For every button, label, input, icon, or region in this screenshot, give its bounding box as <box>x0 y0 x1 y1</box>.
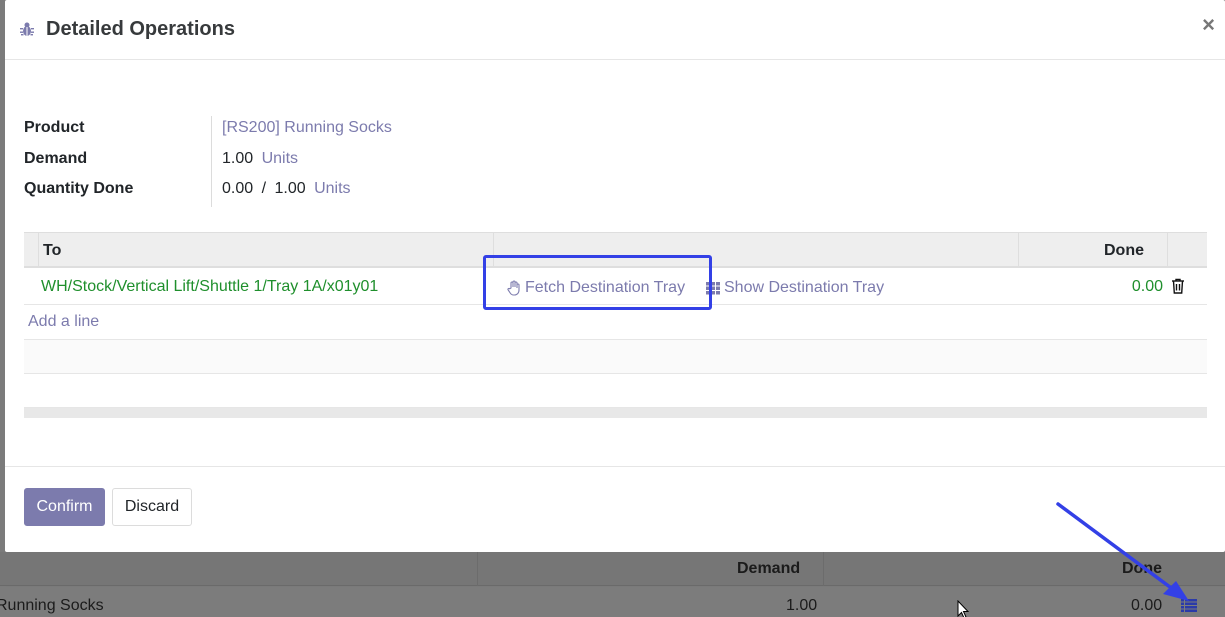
quantity-done-value: 0.00 / 1.00 Units <box>222 180 351 198</box>
product-link[interactable]: [RS200] Running Socks <box>222 119 392 137</box>
discard-button[interactable]: Discard <box>112 488 192 526</box>
quantity-done-label: Quantity Done <box>24 180 134 197</box>
background-done-header: Done <box>1122 560 1162 577</box>
column-separator <box>38 233 39 267</box>
modal-header: Detailed Operations × <box>5 0 1225 60</box>
quantity-done-quantity: 0.00 <box>222 180 254 197</box>
quantity-done-separator: / <box>261 180 267 197</box>
background-demand-cell: 1.00 <box>786 597 818 614</box>
demand-value: 1.00 Units <box>222 150 298 168</box>
confirm-button[interactable]: Confirm <box>24 488 105 526</box>
modal-title: Detailed Operations <box>46 18 235 40</box>
background-demand-header: Demand <box>737 560 801 577</box>
quantity-done-total: 1.00 <box>274 180 306 197</box>
th-grid-icon <box>706 281 720 294</box>
hand-pointer-icon <box>507 280 520 296</box>
show-destination-tray-label: Show Destination Tray <box>724 279 885 296</box>
quantity-done-unit-link[interactable]: Units <box>314 180 350 197</box>
demand-quantity: 1.00 <box>222 150 254 167</box>
bug-icon <box>20 22 34 36</box>
empty-row <box>24 374 1207 408</box>
close-icon[interactable]: × <box>1202 14 1215 36</box>
info-divider <box>211 116 212 207</box>
trash-icon[interactable] <box>1171 278 1185 294</box>
background-table-header: Demand Done <box>0 552 1225 586</box>
column-separator <box>477 552 478 586</box>
empty-row <box>24 340 1207 374</box>
done-quantity-cell[interactable]: 0.00 <box>1132 278 1163 296</box>
list-icon[interactable] <box>1181 599 1197 612</box>
background-product-cell: Running Socks <box>0 597 104 614</box>
modal-footer: Confirm Discard <box>5 466 1225 552</box>
to-column-header[interactable]: To <box>43 242 61 260</box>
column-separator <box>1018 233 1019 267</box>
add-line-row <box>24 305 1207 340</box>
mouse-cursor-icon <box>957 600 970 617</box>
fetch-destination-tray-label: Fetch Destination Tray <box>525 279 686 296</box>
background-table-row: Running Socks 1.00 0.00 <box>0 587 1225 617</box>
demand-label: Demand <box>24 150 88 167</box>
demand-unit-link[interactable]: Units <box>262 150 298 167</box>
add-a-line-link[interactable]: Add a line <box>28 313 99 331</box>
product-label: Product <box>24 119 85 136</box>
table-footer <box>24 408 1207 418</box>
table-row[interactable]: WH/Stock/Vertical Lift/Shuttle 1/Tray 1A… <box>24 269 1207 305</box>
column-separator <box>1167 233 1168 267</box>
background-done-cell: 0.00 <box>1131 597 1163 614</box>
detailed-operations-modal: Detailed Operations × Product [RS200] Ru… <box>5 0 1225 552</box>
done-column-header[interactable]: Done <box>1104 242 1144 260</box>
column-separator <box>823 552 824 586</box>
fetch-destination-tray-button[interactable]: Fetch Destination Tray <box>506 279 685 297</box>
column-separator <box>493 233 494 267</box>
show-destination-tray-button[interactable]: Show Destination Tray <box>706 279 884 297</box>
destination-location-cell[interactable]: WH/Stock/Vertical Lift/Shuttle 1/Tray 1A… <box>41 278 378 296</box>
table-header: To Done <box>24 232 1207 268</box>
